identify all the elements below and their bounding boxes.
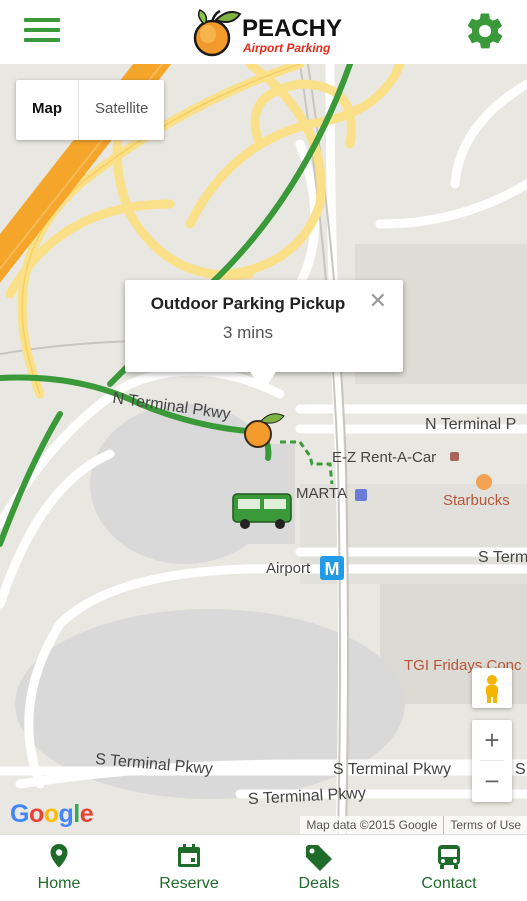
map-attribution: Map data ©2015 Google Terms of Use xyxy=(300,816,527,834)
zoom-out-button[interactable]: − xyxy=(472,761,512,801)
bus-icon xyxy=(438,845,460,869)
logo-subtitle: Airport Parking xyxy=(243,41,331,55)
tag-icon xyxy=(306,845,332,871)
place-label: Airport xyxy=(266,560,311,577)
street-view-pegman-icon[interactable] xyxy=(472,668,512,708)
coffee-marker[interactable] xyxy=(476,474,492,490)
info-window-title: Outdoor Parking Pickup xyxy=(150,294,346,313)
logo-title: PEACHY xyxy=(242,15,343,42)
nav-home[interactable]: Home xyxy=(0,835,118,901)
ez-rent-marker[interactable] xyxy=(450,452,459,461)
street-label: S Term xyxy=(478,549,527,566)
marta-marker[interactable] xyxy=(355,489,367,501)
map-canvas[interactable]: M xyxy=(0,64,527,834)
nav-contact[interactable]: Contact xyxy=(390,835,508,901)
place-label: E-Z Rent-A-Car xyxy=(332,449,437,466)
app-header: PEACHY Airport Parking xyxy=(0,0,527,64)
map-type-map-button[interactable]: Map xyxy=(16,80,78,140)
peachy-logo: PEACHY Airport Parking xyxy=(190,6,343,60)
place-label: MARTA xyxy=(296,485,348,502)
place-label: Starbucks xyxy=(443,492,510,509)
zoom-in-button[interactable]: + xyxy=(472,720,512,760)
peach-logo-icon xyxy=(193,9,242,57)
nav-deals[interactable]: Deals xyxy=(260,835,378,901)
svg-text:M: M xyxy=(325,559,340,579)
map-type-satellite-button[interactable]: Satellite xyxy=(78,80,164,140)
bottom-navigation: Home Reserve Deals Contact xyxy=(0,834,527,901)
nav-reserve-label: Reserve xyxy=(159,875,219,892)
map-type-control: Map Satellite xyxy=(16,80,165,140)
calendar-icon xyxy=(178,844,200,867)
nav-home-label: Home xyxy=(37,875,81,892)
map-data-attribution: Map data ©2015 Google xyxy=(306,818,438,832)
gear-icon[interactable] xyxy=(464,10,506,52)
close-icon[interactable]: ✕ xyxy=(369,290,387,312)
info-window[interactable]: Outdoor Parking Pickup 3 mins ✕ xyxy=(125,280,403,392)
map-pin-icon xyxy=(50,844,68,868)
street-label: S Terminal Pkwy xyxy=(333,761,451,778)
google-logo: Google xyxy=(10,800,94,828)
hamburger-menu-icon[interactable] xyxy=(24,16,60,44)
peach-location-marker[interactable] xyxy=(244,413,285,448)
map-view[interactable]: M Map Satellite N Terminal Pkwy N Termin… xyxy=(0,64,527,834)
street-label: S xyxy=(515,761,526,778)
terms-of-use-link[interactable]: Terms of Use xyxy=(443,816,527,834)
nav-deals-label: Deals xyxy=(298,875,340,892)
street-label: N Terminal P xyxy=(425,416,517,433)
zoom-control: + − xyxy=(472,720,512,802)
info-window-tail xyxy=(249,370,277,392)
nav-reserve[interactable]: Reserve xyxy=(130,835,248,901)
nav-contact-label: Contact xyxy=(421,875,477,892)
info-window-eta: 3 mins xyxy=(222,323,274,342)
